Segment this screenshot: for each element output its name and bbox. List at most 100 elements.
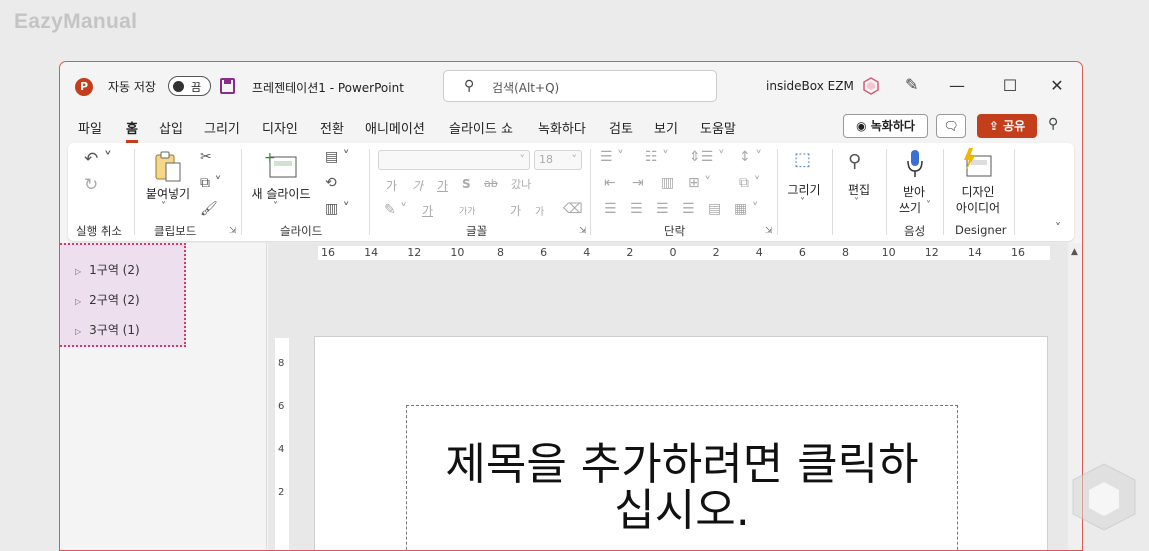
columns-icon[interactable]: ▥	[661, 175, 674, 191]
designer-label[interactable]: 디자인	[952, 183, 1004, 200]
increase-indent-icon[interactable]: ⇥	[632, 175, 644, 191]
autosave-toggle[interactable]: 끔	[168, 76, 211, 96]
redo-icon[interactable]: ↻	[84, 175, 98, 195]
shadow-icon[interactable]: S	[462, 177, 471, 191]
font-color-icon[interactable]: 가	[422, 202, 433, 219]
user-name[interactable]: insideBox EZM	[766, 79, 854, 93]
layout-icon[interactable]: ▤ ˅	[325, 149, 350, 165]
reset-icon[interactable]: ⟲	[325, 175, 337, 191]
dictate-dropdown-icon[interactable]: ˅	[926, 200, 931, 211]
section-item[interactable]: ▷ 1구역 (2)	[75, 261, 140, 278]
section-item[interactable]: ▷ 3구역 (1)	[75, 321, 140, 338]
align-center-icon[interactable]: ☰	[630, 201, 643, 217]
shapes-icon[interactable]: ⬚	[794, 149, 811, 170]
tab-insert[interactable]: 삽입	[159, 118, 183, 137]
comment-button[interactable]: 🗨	[936, 114, 966, 138]
edit-dropdown-icon[interactable]: ˅	[854, 197, 859, 208]
align-right-icon[interactable]: ☰	[656, 201, 669, 217]
align-text-icon[interactable]: ⊞ ˅	[688, 175, 711, 191]
save-icon[interactable]	[220, 78, 235, 94]
tab-review[interactable]: 검토	[609, 118, 633, 137]
tab-slideshow[interactable]: 슬라이드 쇼	[449, 118, 513, 137]
tab-design[interactable]: 디자인	[262, 118, 298, 137]
slide-canvas[interactable]: 제목을 추가하려면 클릭하 십시오.	[314, 336, 1048, 550]
ruler-tick-label: 10	[881, 246, 896, 259]
clipboard-launcher-icon[interactable]: ⇲	[229, 226, 237, 236]
shrink-font-icon[interactable]: 가	[535, 203, 544, 218]
separator	[943, 149, 944, 235]
record-button[interactable]: ◉ 녹화하다	[843, 114, 928, 138]
share-button[interactable]: ⇪ 공유	[977, 114, 1037, 138]
bullets-icon[interactable]: ☰ ˅	[600, 149, 624, 165]
designer-icon[interactable]	[961, 148, 993, 178]
minimize-button[interactable]: —	[942, 72, 972, 100]
ruler-tick-label: 2	[626, 246, 634, 259]
char-spacing-icon[interactable]: 갔나	[511, 176, 531, 192]
scroll-up-icon[interactable]: ▲	[1071, 247, 1078, 257]
highlighter-icon[interactable]: ✎ ˅	[384, 202, 407, 218]
font-name-dropdown[interactable]: ˅	[378, 150, 530, 170]
tab-file[interactable]: 파일	[78, 118, 102, 137]
designer-label-2[interactable]: 아이디어	[948, 199, 1008, 216]
tab-record[interactable]: 녹화하다	[538, 118, 586, 137]
coauthor-icon[interactable]: ⚲	[1048, 116, 1058, 132]
strikethrough-icon[interactable]: ab	[484, 177, 498, 190]
tab-home[interactable]: 홈	[126, 118, 138, 143]
find-icon[interactable]: ⚲	[848, 151, 861, 172]
tab-help[interactable]: 도움말	[700, 118, 736, 137]
underline-icon[interactable]: 가	[437, 177, 448, 194]
font-launcher-icon[interactable]: ⇲	[579, 226, 587, 236]
format-painter-icon[interactable]: 🖌	[200, 201, 218, 217]
clear-format-icon[interactable]: ⌫	[563, 201, 583, 217]
expand-icon[interactable]: ▷	[75, 297, 81, 306]
cut-icon[interactable]: ✂	[200, 149, 212, 165]
new-slide-icon[interactable]: +	[264, 151, 298, 179]
slide-title-text[interactable]: 제목을 추가하려면 클릭하 십시오.	[407, 442, 957, 534]
designer-pen-icon[interactable]: ✎	[905, 75, 918, 94]
decrease-indent-icon[interactable]: ⇤	[604, 175, 616, 191]
new-slide-label[interactable]: 새 슬라이드	[248, 185, 314, 202]
paste-dropdown-icon[interactable]: ˅	[161, 201, 166, 212]
new-slide-dropdown-icon[interactable]: ˅	[273, 201, 278, 212]
section-label: 2구역 (2)	[89, 293, 140, 307]
dictate-label[interactable]: 받아	[894, 183, 934, 200]
font-size-dropdown[interactable]: 18 ˅	[534, 150, 582, 170]
undo-icon[interactable]: ↶ ˅	[84, 149, 112, 169]
draw-label[interactable]: 그리기	[782, 181, 826, 198]
line-spacing-icon[interactable]: ⇕☰ ˅	[689, 149, 725, 165]
dictate-label-2[interactable]: 쓰기	[892, 199, 928, 216]
ruler-tick-label: 12	[924, 246, 939, 259]
microphone-icon[interactable]	[905, 149, 925, 179]
collapse-ribbon-icon[interactable]: ˅	[1055, 221, 1061, 235]
draw-dropdown-icon[interactable]: ˅	[800, 197, 805, 208]
tab-draw[interactable]: 그리기	[204, 118, 240, 137]
expand-icon[interactable]: ▷	[75, 267, 81, 276]
text-direction-icon[interactable]: ↕ ˅	[739, 149, 762, 165]
bold-icon[interactable]: 가	[386, 177, 397, 194]
change-case-icon[interactable]: 가가	[459, 204, 476, 217]
search-box[interactable]: ⚲ 검색(Alt+Q)	[443, 70, 717, 102]
numbering-icon[interactable]: ☷ ˅	[645, 149, 669, 165]
close-button[interactable]: ✕	[1042, 72, 1072, 100]
tab-animations[interactable]: 애니메이션	[365, 118, 425, 137]
align-left-icon[interactable]: ☰	[604, 201, 617, 217]
section-item[interactable]: ▷ 2구역 (2)	[75, 291, 140, 308]
paste-label[interactable]: 붙여넣기	[141, 185, 195, 202]
paragraph-launcher-icon[interactable]: ⇲	[765, 226, 773, 236]
user-avatar-icon[interactable]	[861, 76, 881, 96]
smartart-icon[interactable]: ⧉ ˅	[739, 175, 760, 191]
justify-icon[interactable]: ☰	[682, 201, 695, 217]
paste-icon[interactable]	[153, 151, 183, 183]
maximize-button[interactable]: ☐	[995, 72, 1025, 100]
edit-label[interactable]: 편집	[840, 181, 878, 198]
copy-icon[interactable]: ⧉ ˅	[200, 175, 221, 191]
title-placeholder[interactable]: 제목을 추가하려면 클릭하 십시오.	[406, 405, 958, 550]
section-icon[interactable]: ▥ ˅	[325, 201, 350, 217]
tab-transitions[interactable]: 전환	[320, 118, 344, 137]
grow-font-icon[interactable]: 가	[510, 202, 521, 219]
expand-icon[interactable]: ▷	[75, 327, 81, 336]
text-box-icon[interactable]: ▦ ˅	[734, 201, 759, 217]
italic-icon[interactable]: 가	[412, 177, 423, 194]
distributed-icon[interactable]: ▤	[708, 201, 721, 217]
tab-view[interactable]: 보기	[654, 118, 678, 137]
